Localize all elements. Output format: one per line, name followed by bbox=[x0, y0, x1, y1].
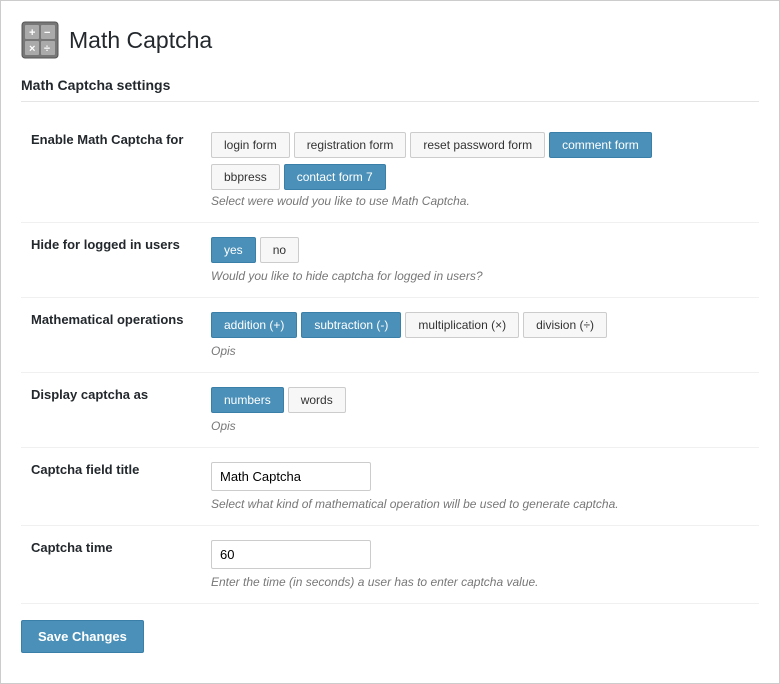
control-enable-for: login form registration form reset passw… bbox=[201, 118, 759, 223]
btn-multiplication[interactable]: multiplication (×) bbox=[405, 312, 519, 338]
control-captcha-title: Select what kind of mathematical operati… bbox=[201, 448, 759, 526]
svg-text:×: × bbox=[29, 43, 35, 55]
btn-group-operations: addition (+) subtraction (-) multiplicat… bbox=[211, 312, 749, 338]
btn-subtraction[interactable]: subtraction (-) bbox=[301, 312, 401, 338]
row-hide-logged-in: Hide for logged in users yes no Would yo… bbox=[21, 223, 759, 298]
label-display-as: Display captcha as bbox=[21, 373, 201, 448]
btn-group-row1: login form registration form reset passw… bbox=[211, 132, 749, 158]
btn-comment-form[interactable]: comment form bbox=[549, 132, 652, 158]
control-hide-logged-in: yes no Would you like to hide captcha fo… bbox=[201, 223, 759, 298]
row-math-operations: Mathematical operations addition (+) sub… bbox=[21, 298, 759, 373]
btn-numbers[interactable]: numbers bbox=[211, 387, 284, 413]
help-math-operations: Opis bbox=[211, 344, 749, 358]
btn-no[interactable]: no bbox=[260, 237, 299, 263]
label-enable-for: Enable Math Captcha for bbox=[21, 118, 201, 223]
btn-group-hide: yes no bbox=[211, 237, 749, 263]
page-wrap: + − × ÷ Math Captcha Math Captcha settin… bbox=[0, 0, 780, 684]
label-captcha-time: Captcha time bbox=[21, 526, 201, 604]
captcha-time-input[interactable] bbox=[211, 540, 371, 569]
svg-text:÷: ÷ bbox=[44, 43, 50, 55]
help-captcha-time: Enter the time (in seconds) a user has t… bbox=[211, 575, 749, 589]
row-captcha-time: Captcha time Enter the time (in seconds)… bbox=[21, 526, 759, 604]
label-math-operations: Mathematical operations bbox=[21, 298, 201, 373]
btn-group-display: numbers words bbox=[211, 387, 749, 413]
btn-addition[interactable]: addition (+) bbox=[211, 312, 297, 338]
help-hide-logged-in: Would you like to hide captcha for logge… bbox=[211, 269, 749, 283]
btn-division[interactable]: division (÷) bbox=[523, 312, 607, 338]
help-enable-for: Select were would you like to use Math C… bbox=[211, 194, 749, 208]
btn-login-form[interactable]: login form bbox=[211, 132, 290, 158]
help-display-as: Opis bbox=[211, 419, 749, 433]
btn-registration-form[interactable]: registration form bbox=[294, 132, 407, 158]
label-captcha-title: Captcha field title bbox=[21, 448, 201, 526]
section-title: Math Captcha settings bbox=[21, 77, 759, 102]
btn-yes[interactable]: yes bbox=[211, 237, 256, 263]
save-changes-button[interactable]: Save Changes bbox=[21, 620, 144, 653]
control-math-operations: addition (+) subtraction (-) multiplicat… bbox=[201, 298, 759, 373]
svg-text:−: − bbox=[44, 27, 50, 39]
captcha-title-input[interactable] bbox=[211, 462, 371, 491]
btn-bbpress[interactable]: bbpress bbox=[211, 164, 280, 190]
btn-words[interactable]: words bbox=[288, 387, 346, 413]
label-hide-logged-in: Hide for logged in users bbox=[21, 223, 201, 298]
row-display-as: Display captcha as numbers words Opis bbox=[21, 373, 759, 448]
math-captcha-icon: + − × ÷ bbox=[21, 21, 59, 59]
control-captcha-time: Enter the time (in seconds) a user has t… bbox=[201, 526, 759, 604]
btn-contact-form-7[interactable]: contact form 7 bbox=[284, 164, 386, 190]
help-captcha-title: Select what kind of mathematical operati… bbox=[211, 497, 749, 511]
btn-reset-password-form[interactable]: reset password form bbox=[410, 132, 545, 158]
settings-table: Enable Math Captcha for login form regis… bbox=[21, 118, 759, 604]
control-display-as: numbers words Opis bbox=[201, 373, 759, 448]
page-title: Math Captcha bbox=[69, 27, 212, 54]
svg-text:+: + bbox=[29, 27, 35, 39]
btn-group-row2: bbpress contact form 7 bbox=[211, 164, 749, 190]
row-enable-for: Enable Math Captcha for login form regis… bbox=[21, 118, 759, 223]
plugin-header: + − × ÷ Math Captcha bbox=[21, 21, 759, 59]
row-captcha-title: Captcha field title Select what kind of … bbox=[21, 448, 759, 526]
